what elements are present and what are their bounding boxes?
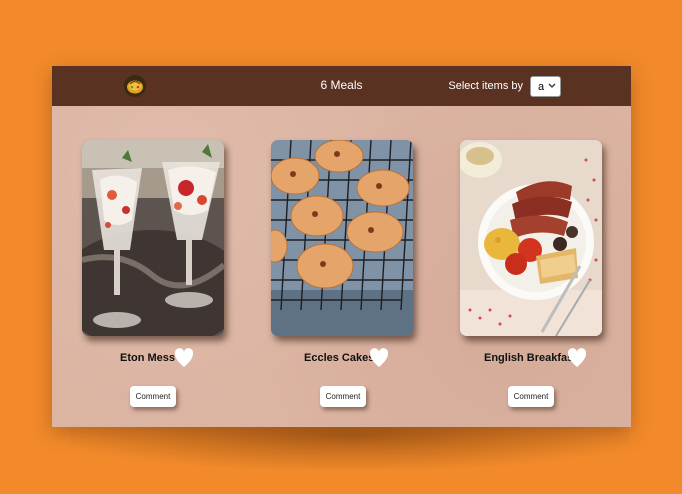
meal-name-row: English Breakfast <box>460 348 602 370</box>
meal-card: English Breakfast Comment <box>460 140 602 407</box>
heart-icon[interactable] <box>369 348 389 368</box>
meal-name: Eccles Cakes <box>304 352 375 364</box>
meal-name-row: Eccles Cakes <box>271 348 413 370</box>
comment-button[interactable]: Comment <box>320 386 366 407</box>
chevron-down-icon <box>548 81 556 93</box>
meals-app: 6 Meals Select items by a Eton Mess Comm… <box>52 66 631 427</box>
meal-photo[interactable] <box>460 140 602 336</box>
meal-name: Eton Mess <box>120 352 176 364</box>
meal-card: Eccles Cakes Comment <box>271 140 413 407</box>
select-label: Select items by <box>448 80 523 92</box>
sort-select[interactable]: a <box>530 76 561 97</box>
heart-icon[interactable] <box>174 348 194 368</box>
sort-select-value: a <box>538 80 545 93</box>
meal-name: English Breakfast <box>484 352 577 364</box>
meal-photo[interactable] <box>82 140 224 336</box>
meal-name-row: Eton Mess <box>82 348 224 370</box>
meal-photo[interactable] <box>271 140 413 336</box>
meal-card: Eton Mess Comment <box>82 140 224 407</box>
comment-button[interactable]: Comment <box>130 386 176 407</box>
heart-icon[interactable] <box>567 348 587 368</box>
header-bar: 6 Meals Select items by a <box>52 66 631 106</box>
comment-button[interactable]: Comment <box>508 386 554 407</box>
